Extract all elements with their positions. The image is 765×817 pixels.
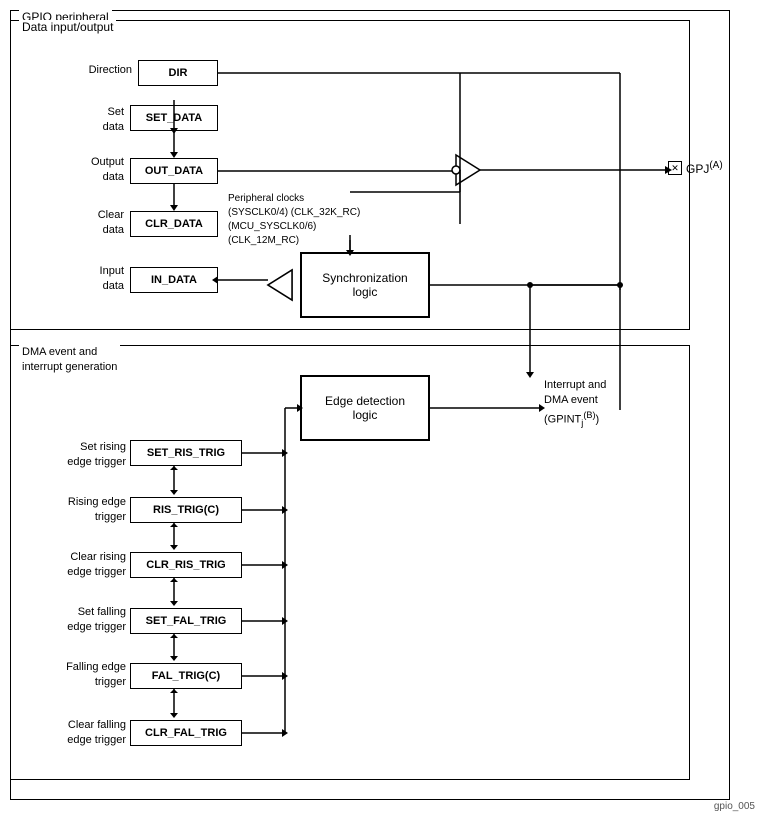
set-ris-trig-register: SET_RIS_TRIG bbox=[130, 440, 242, 466]
clear-falling-label: Clear fallingedge trigger bbox=[20, 718, 126, 749]
interrupt-label: Interrupt andDMA event(GPINTj(B)) bbox=[544, 378, 664, 429]
set-data-register: SET_DATA bbox=[130, 105, 218, 131]
clr-data-register: CLR_DATA bbox=[130, 211, 218, 237]
edge-logic-block: Edge detection logic bbox=[300, 375, 430, 441]
output-data-label: Outputdata bbox=[60, 155, 124, 186]
direction-label: Direction bbox=[60, 64, 132, 76]
gpj-label: ✕ GPJ(A) bbox=[668, 160, 723, 176]
file-id: gpio_005 bbox=[714, 801, 755, 812]
ris-trig-register: RIS_TRIG(C) bbox=[130, 497, 242, 523]
clear-data-label: Cleardata bbox=[60, 208, 124, 239]
set-data-label: Setdata bbox=[60, 105, 124, 136]
clear-rising-label: Clear risingedge trigger bbox=[20, 550, 126, 581]
dma-title: DMA event and interrupt generation bbox=[19, 345, 120, 376]
set-fal-trig-register: SET_FAL_TRIG bbox=[130, 608, 242, 634]
data-io-title: Data input/output bbox=[19, 20, 116, 34]
diagram-wrapper: GPIO peripheral Data input/output DMA ev… bbox=[0, 0, 765, 817]
sync-logic-block: Synchronization logic bbox=[300, 252, 430, 318]
set-rising-label: Set risingedge trigger bbox=[20, 440, 126, 471]
clr-fal-trig-register: CLR_FAL_TRIG bbox=[130, 720, 242, 746]
fal-trig-register: FAL_TRIG(C) bbox=[130, 663, 242, 689]
in-data-register: IN_DATA bbox=[130, 267, 218, 293]
input-data-label: Inputdata bbox=[60, 264, 124, 295]
falling-edge-label: Falling edgetrigger bbox=[20, 660, 126, 691]
set-falling-label: Set fallingedge trigger bbox=[20, 605, 126, 636]
clr-ris-trig-register: CLR_RIS_TRIG bbox=[130, 552, 242, 578]
dir-register: DIR bbox=[138, 60, 218, 86]
peripheral-clocks-label: Peripheral clocks(SYSCLK0/4) (CLK_32K_RC… bbox=[228, 192, 378, 248]
rising-edge-label: Rising edgetrigger bbox=[20, 495, 126, 526]
out-data-register: OUT_DATA bbox=[130, 158, 218, 184]
